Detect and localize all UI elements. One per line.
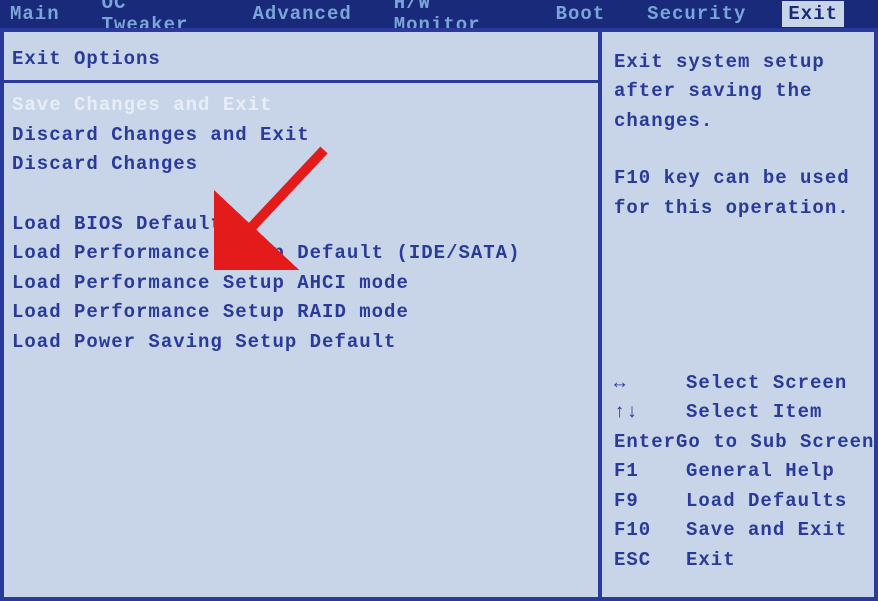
key-key: ↔ [614,369,686,398]
bios-menubar: Main OC Tweaker Advanced H/W Monitor Boo… [0,0,878,28]
right-panel: Exit system setup after saving the chang… [598,28,878,601]
key-row-enter: Enter Go to Sub Screen [614,428,862,457]
key-row-f9: F9 Load Defaults [614,487,862,516]
option-load-performance-setup-default-ide-sata[interactable]: Load Performance Setup Default (IDE/SATA… [12,239,590,269]
key-key: Enter [614,428,676,457]
option-load-bios-defaults[interactable]: Load BIOS Defaults [12,210,590,240]
menubar-item-main[interactable]: Main [4,1,66,27]
section-title: Exit Options [12,48,590,70]
left-panel: Exit Options Save Changes and Exit Disca… [0,28,598,601]
key-row-select-item: ↑↓ Select Item [614,398,862,427]
key-legend: ↔ Select Screen ↑↓ Select Item Enter Go … [614,369,862,581]
key-desc: General Help [686,457,862,486]
help-line: for this operation. [614,194,862,223]
help-line: F10 key can be used [614,164,862,193]
key-desc: Go to Sub Screen [676,428,874,457]
option-discard-changes-and-exit[interactable]: Discard Changes and Exit [12,121,590,151]
help-line: Exit system setup [614,48,862,77]
option-load-performance-setup-ahci-mode[interactable]: Load Performance Setup AHCI mode [12,269,590,299]
key-row-select-screen: ↔ Select Screen [614,369,862,398]
key-desc: Save and Exit [686,516,862,545]
divider [4,80,598,83]
help-line: changes. [614,107,862,136]
key-key: ESC [614,546,686,575]
option-load-performance-setup-raid-mode[interactable]: Load Performance Setup RAID mode [12,298,590,328]
option-save-changes-and-exit[interactable]: Save Changes and Exit [12,91,590,121]
key-desc: Load Defaults [686,487,862,516]
key-key: F10 [614,516,686,545]
key-key: F9 [614,487,686,516]
key-desc: Exit [686,546,862,575]
key-desc: Select Screen [686,369,862,398]
option-load-power-saving-setup-default[interactable]: Load Power Saving Setup Default [12,328,590,358]
option-discard-changes[interactable]: Discard Changes [12,150,590,180]
menubar-item-exit[interactable]: Exit [782,1,844,27]
menubar-item-advanced[interactable]: Advanced [247,1,358,27]
key-desc: Select Item [686,398,862,427]
bios-main-area: Exit Options Save Changes and Exit Disca… [0,28,878,601]
key-key: ↑↓ [614,398,686,427]
help-text: Exit system setup after saving the chang… [614,48,862,223]
key-row-f1: F1 General Help [614,457,862,486]
menubar-item-boot[interactable]: Boot [550,1,612,27]
key-key: F1 [614,457,686,486]
key-row-f10: F10 Save and Exit [614,516,862,545]
menubar-item-security[interactable]: Security [641,1,752,27]
key-row-esc: ESC Exit [614,546,862,575]
help-line: after saving the [614,77,862,106]
